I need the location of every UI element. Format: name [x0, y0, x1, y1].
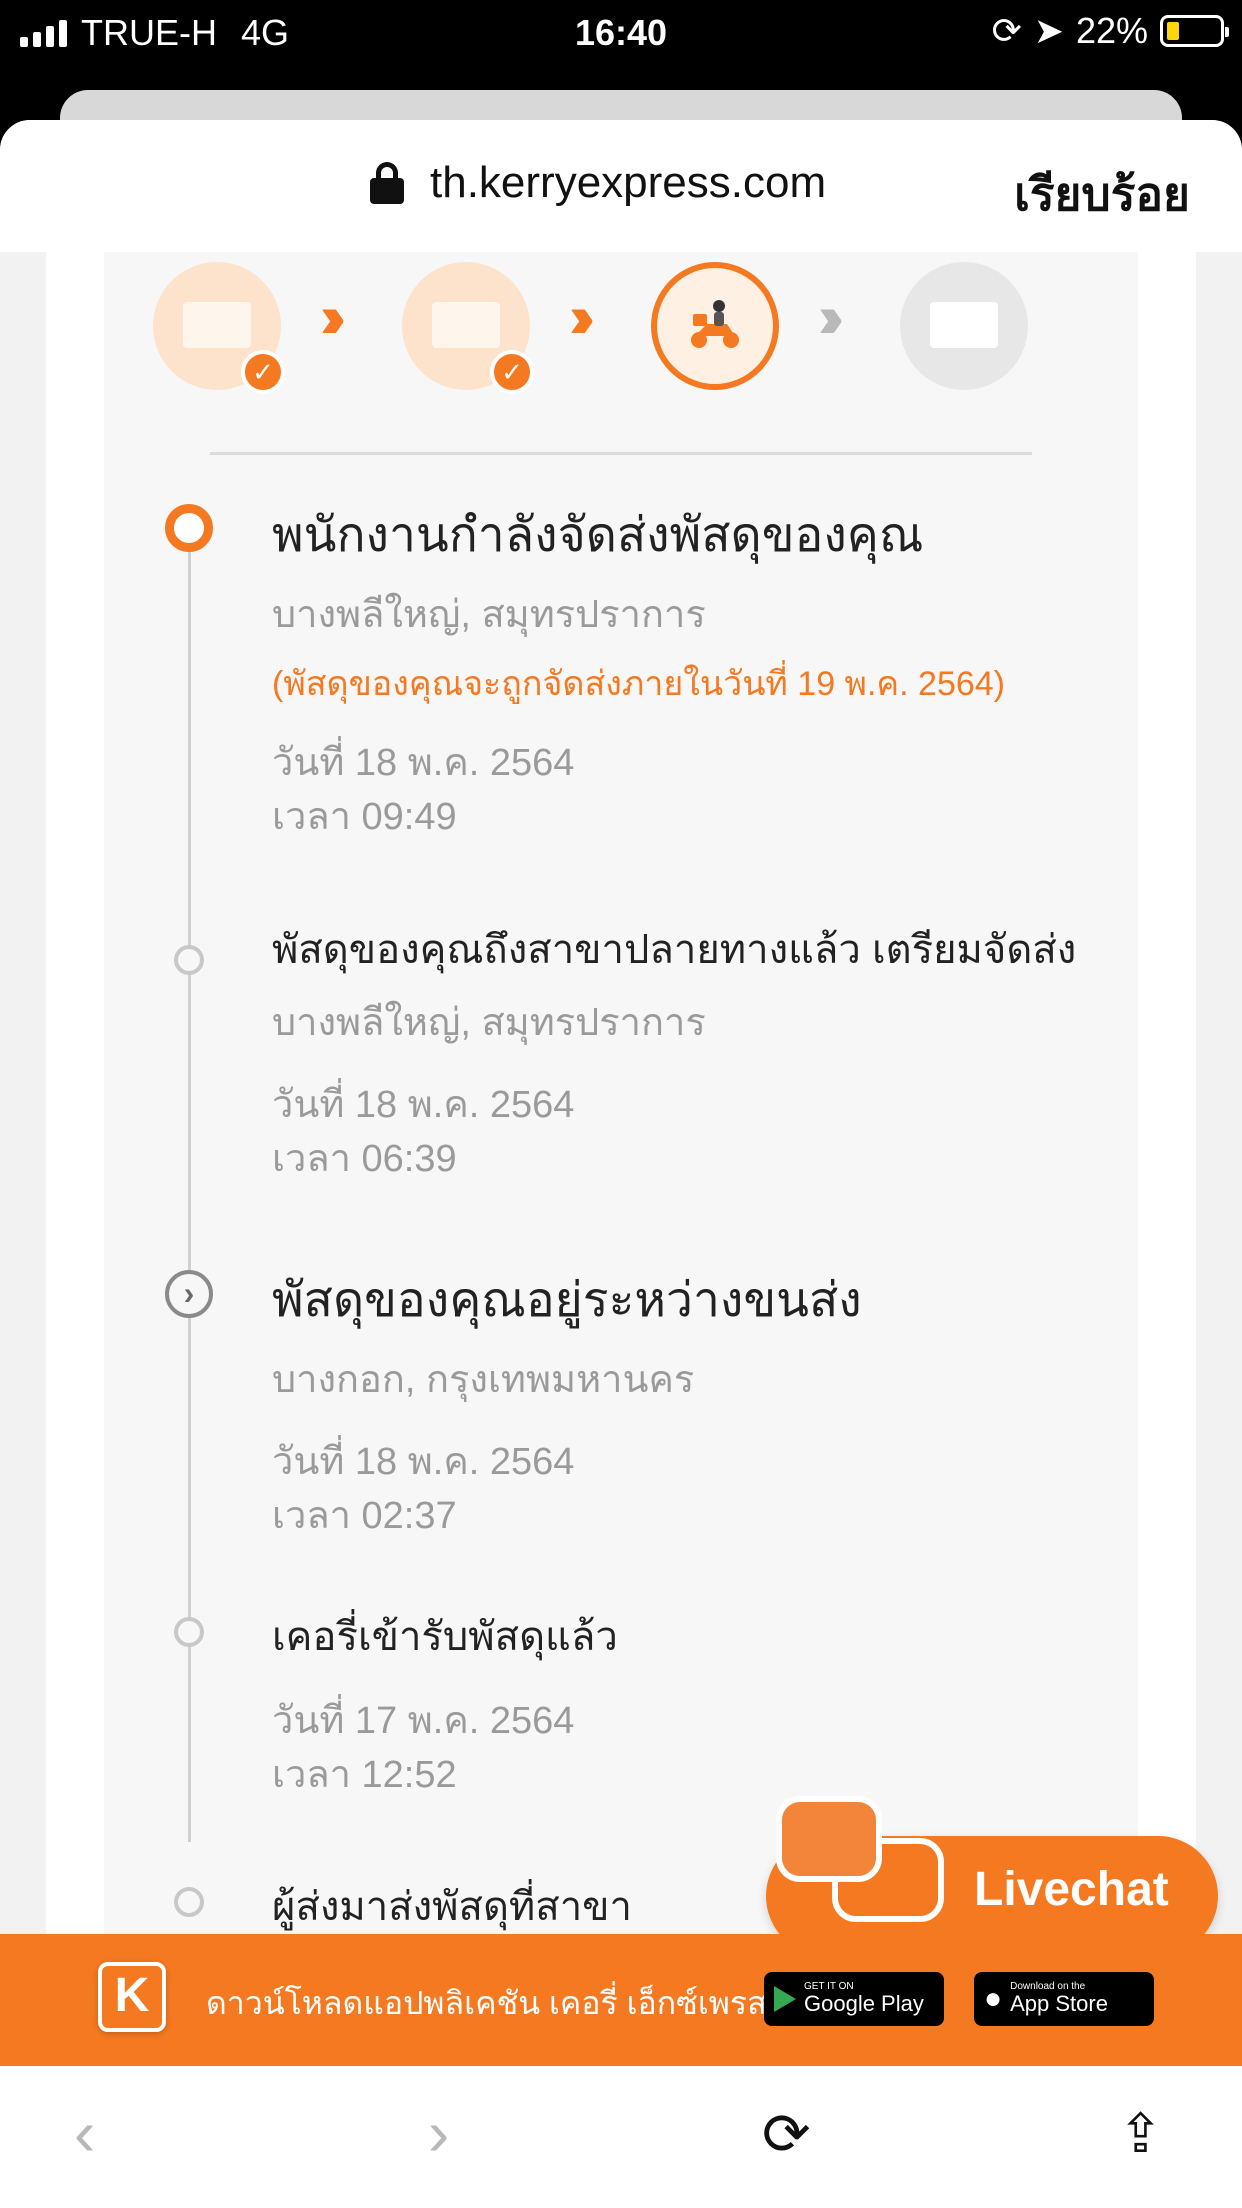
check-icon: ✓: [490, 350, 534, 394]
screen: TRUE-H 4G 16:40 ⟳ ➤ 22% th.kerryexpress.…: [0, 0, 1242, 2208]
google-play-button[interactable]: GET IT ON Google Play: [764, 1972, 944, 2026]
chat-bubble-icon: [776, 1796, 882, 1882]
step-arrow-icon: ››: [818, 283, 844, 350]
event-time: เวลา 09:49: [272, 796, 457, 838]
timeline-dot: [174, 1617, 204, 1647]
forward-icon[interactable]: ›: [428, 2096, 449, 2170]
truck-image: [432, 302, 500, 348]
event-note: (พัสดุของคุณจะถูกจัดส่งภายในวันที่ 19 พ.…: [272, 665, 1006, 703]
google-play-icon: [774, 1986, 796, 2012]
browser-toolbar: ‹ › ⟳ ⇪: [0, 2066, 1242, 2208]
back-icon[interactable]: ‹: [74, 2096, 95, 2170]
reload-icon[interactable]: ⟳: [762, 2100, 811, 2168]
status-right: ⟳ ➤ 22%: [991, 10, 1229, 52]
timeline-event: พนักงานกำลังจัดส่งพัสดุของคุณ บางพลีใหญ่…: [272, 497, 1152, 844]
event-date: วันที่ 18 พ.ค. 2564: [272, 1441, 575, 1483]
divider: [210, 452, 1032, 455]
step-arrow-icon: ››: [320, 283, 346, 350]
step-arrow-icon: ››: [569, 283, 595, 350]
timeline-dot-current: [165, 504, 213, 552]
url-text: th.kerryexpress.com: [430, 158, 827, 207]
event-title: พัสดุของคุณอยู่ระหว่างขนส่ง: [272, 1274, 862, 1327]
event-date: วันที่ 18 พ.ค. 2564: [272, 1084, 575, 1126]
share-icon[interactable]: ⇪: [1118, 2102, 1163, 2165]
event-datetime: วันที่ 17 พ.ค. 2564 เวลา 12:52: [272, 1694, 1152, 1802]
page-margin-left: [0, 252, 46, 1934]
lock-icon: [370, 162, 404, 204]
page-margin-right: [1196, 252, 1242, 1934]
timeline-line: [188, 542, 191, 1842]
step-out-for-delivery: [651, 262, 779, 390]
step-delivered: [900, 262, 1028, 390]
check-icon: ✓: [241, 350, 285, 394]
box-image: [930, 302, 998, 348]
rotation-lock-icon: ⟳: [991, 10, 1022, 51]
url-bar: th.kerryexpress.com เรียบร้อย: [0, 120, 1242, 252]
timeline-event: พัสดุของคุณอยู่ระหว่างขนส่ง บางกอก, กรุง…: [272, 1262, 1152, 1543]
web-content: ✓ ›› ✓ ›› ›› พนักงานกำลังจัดส่งพัสดุของค…: [0, 252, 1242, 1934]
event-time: เวลา 06:39: [272, 1138, 457, 1180]
event-time: เวลา 12:52: [272, 1754, 457, 1796]
app-store-label: App Store: [1010, 1991, 1108, 2016]
step-received: ✓: [153, 262, 285, 394]
event-title: พัสดุของคุณถึงสาขาปลายทางแล้ว เตรียมจัดส…: [272, 928, 1077, 972]
timeline-event: พัสดุของคุณถึงสาขาปลายทางแล้ว เตรียมจัดส…: [272, 917, 1152, 1186]
battery-percent: 22%: [1075, 10, 1148, 51]
step-in-transit: ✓: [402, 262, 534, 394]
apple-icon: ●: [984, 1982, 1003, 2015]
event-location: บางพลีใหญ่, สมุทรปราการ: [272, 594, 706, 636]
timeline-dot-transit-icon: ›: [165, 1270, 213, 1318]
address[interactable]: th.kerryexpress.com: [370, 158, 826, 208]
event-title: เคอรี่เข้ารับพัสดุแล้ว: [272, 1615, 618, 1659]
google-play-label: Google Play: [804, 1991, 924, 2016]
event-datetime: วันที่ 18 พ.ค. 2564 เวลา 09:49: [272, 736, 1152, 844]
done-button[interactable]: เรียบร้อย: [1014, 158, 1190, 231]
browser-sheet: th.kerryexpress.com เรียบร้อย ✓ ›› ✓ ››: [0, 120, 1242, 2208]
event-datetime: วันที่ 18 พ.ค. 2564 เวลา 06:39: [272, 1078, 1152, 1186]
event-location: บางพลีใหญ่, สมุทรปราการ: [272, 1002, 706, 1044]
app-download-banner: K ดาวน์โหลดแอปพลิเคชัน เคอรี่ เอ็กซ์เพรส…: [0, 1934, 1242, 2066]
timeline-dot: [174, 1887, 204, 1917]
timeline-dot: [174, 945, 204, 975]
app-download-text: ดาวน์โหลดแอปพลิเคชัน เคอรี่ เอ็กซ์เพรส: [206, 1985, 767, 2021]
event-title: พนักงานกำลังจัดส่งพัสดุของคุณ: [272, 509, 924, 562]
event-time: เวลา 02:37: [272, 1495, 457, 1537]
battery-icon: [1160, 15, 1229, 47]
delivery-rider-icon: [691, 300, 739, 348]
event-date: วันที่ 17 พ.ค. 2564: [272, 1700, 575, 1742]
timeline-event: เคอรี่เข้ารับพัสดุแล้ว วันที่ 17 พ.ค. 25…: [272, 1604, 1152, 1802]
app-store-button[interactable]: ● Download on the App Store: [974, 1972, 1154, 2026]
livechat-label: Livechat: [974, 1863, 1169, 1916]
kerry-logo-icon: K: [98, 1962, 166, 2032]
event-location: บางกอก, กรุงเทพมหานคร: [272, 1359, 695, 1401]
parcel-image: [183, 302, 251, 348]
status-bar: TRUE-H 4G 16:40 ⟳ ➤ 22%: [0, 0, 1242, 64]
location-icon: ➤: [1033, 10, 1064, 51]
event-date: วันที่ 18 พ.ค. 2564: [272, 742, 575, 784]
event-datetime: วันที่ 18 พ.ค. 2564 เวลา 02:37: [272, 1435, 1152, 1543]
